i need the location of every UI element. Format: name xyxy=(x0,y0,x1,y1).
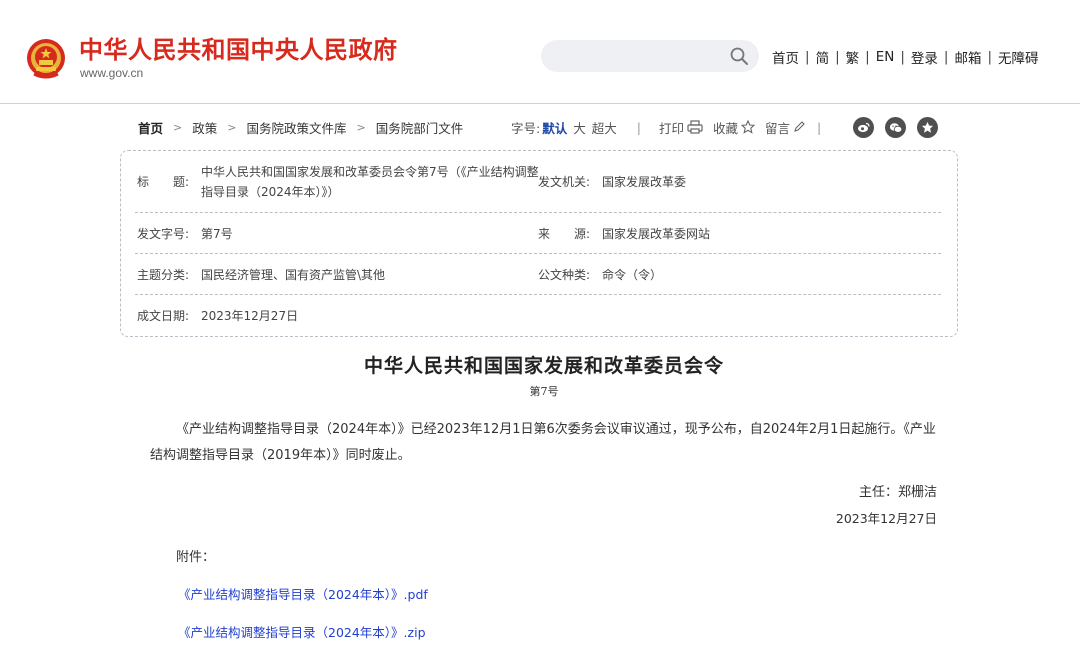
breadcrumb-policy[interactable]: 政策 xyxy=(192,118,217,137)
chevron-right-icon: > xyxy=(356,120,366,134)
issuer-label: 发文机关: xyxy=(538,175,591,189)
tools-separator: | xyxy=(817,119,822,135)
search-input[interactable] xyxy=(555,46,725,66)
nav-english[interactable]: EN xyxy=(876,49,895,65)
comment-button[interactable]: 留言 xyxy=(765,118,805,137)
wechat-icon[interactable] xyxy=(885,117,906,138)
nav-separator: | xyxy=(900,49,905,65)
nav-separator: | xyxy=(943,49,949,65)
info-row-topic: 主题分类: 国民经济管理、国有资产监管\其他 公文种类: 命令（令） xyxy=(135,254,941,295)
topic-value: 国民经济管理、国有资产监管\其他 xyxy=(201,267,386,282)
date-value: 2023年12月27日 xyxy=(201,308,299,323)
top-nav: 首页 | 简 | 繁 | EN | 登录 | 邮箱 | 无障碍 xyxy=(772,47,1039,67)
nav-separator: | xyxy=(987,49,993,65)
article-title: 中华人民共和国国家发展和改革委员会令 xyxy=(363,355,724,377)
page-tools: 字号: 默认 大 超大 | 打印 收藏 留言 | xyxy=(511,118,833,136)
info-row-date: 成文日期: 2023年12月27日 xyxy=(135,295,941,335)
search-box xyxy=(541,40,759,72)
attachment-zip-link[interactable]: 《产业结构调整指导目录（2024年本）》.zip xyxy=(178,622,426,641)
source-label: 来 源: xyxy=(538,226,591,241)
site-url[interactable]: www.gov.cn xyxy=(80,66,143,80)
print-label: 打印 xyxy=(658,120,684,136)
article-date: 2023年12月27日 xyxy=(835,511,937,526)
issuer-value: 国家发展改革委 xyxy=(602,175,687,189)
font-size-default[interactable]: 默认 xyxy=(542,118,567,137)
nav-separator: | xyxy=(805,49,810,65)
title-value: 中华人民共和国国家发展和改革委员会令第7号（《产业结构调整指导目录（2024年本… xyxy=(201,164,539,199)
document-info-table: 标 题: 中华人民共和国国家发展和改革委员会令第7号（《产业结构调整指导目录（2… xyxy=(120,150,958,337)
doc-no-value: 第7号 xyxy=(201,226,233,241)
font-size-large[interactable]: 大 xyxy=(573,118,586,137)
weibo-icon[interactable] xyxy=(853,117,874,138)
nav-home[interactable]: 首页 xyxy=(772,47,799,67)
source-value: 国家发展改革委网站 xyxy=(602,226,711,241)
breadcrumb: 首页 > 政策 > 国务院政策文件库 > 国务院部门文件 xyxy=(138,118,463,136)
topic-label: 主题分类: xyxy=(137,267,190,282)
pencil-icon xyxy=(794,121,805,132)
comment-label: 留言 xyxy=(765,120,791,136)
title-label: 标 题: xyxy=(137,175,190,189)
site-title[interactable]: 中华人民共和国中央人民政府 xyxy=(79,36,398,64)
favorite-button[interactable]: 收藏 xyxy=(713,118,756,137)
attachments-label: 附件： xyxy=(176,550,216,565)
search-icon[interactable] xyxy=(729,46,749,66)
chevron-right-icon: > xyxy=(227,120,237,134)
attachment-pdf-link[interactable]: 《产业结构调整指导目录（2024年本）》.pdf xyxy=(178,584,428,603)
tools-separator: | xyxy=(636,119,641,135)
print-button[interactable]: 打印 xyxy=(659,118,703,137)
nav-mail[interactable]: 邮箱 xyxy=(954,47,981,67)
font-size-label: 字号: xyxy=(511,120,541,136)
printer-icon xyxy=(687,120,703,134)
breadcrumb-policy-library[interactable]: 国务院政策文件库 xyxy=(246,118,346,137)
breadcrumb-department-docs[interactable]: 国务院部门文件 xyxy=(376,118,464,137)
favorite-star-icon[interactable] xyxy=(917,117,938,138)
article-signer: 主任：郑栅洁 xyxy=(858,485,937,500)
national-emblem-logo[interactable] xyxy=(26,36,66,80)
info-row-doc-no: 发文字号: 第7号 来 源: 国家发展改革委网站 xyxy=(135,213,941,254)
date-label: 成文日期: xyxy=(137,308,190,323)
nav-separator: | xyxy=(865,49,870,65)
star-icon xyxy=(741,120,756,134)
type-value: 命令（令） xyxy=(602,267,663,282)
nav-accessibility[interactable]: 无障碍 xyxy=(998,47,1039,67)
doc-no-label: 发文字号: xyxy=(137,226,190,241)
chevron-right-icon: > xyxy=(173,120,183,134)
title-value-wrap: 中华人民共和国国家发展和改革委员会令第7号（《产业结构调整指导目录（2024年本… xyxy=(201,151,541,212)
info-row-title: 标 题: 中华人民共和国国家发展和改革委员会令第7号（《产业结构调整指导目录（2… xyxy=(135,151,941,213)
font-size-xlarge[interactable]: 超大 xyxy=(592,118,617,137)
article-number: 第7号 xyxy=(529,385,559,398)
article-body: 《产业结构调整指导目录（2024年本）》已经2023年12月1日第6次委务会议审… xyxy=(150,422,936,463)
nav-login[interactable]: 登录 xyxy=(911,47,938,67)
favorite-label: 收藏 xyxy=(713,120,739,136)
share-icons xyxy=(853,117,938,138)
nav-separator: | xyxy=(835,49,840,65)
nav-simplified[interactable]: 简 xyxy=(816,47,830,67)
breadcrumb-home[interactable]: 首页 xyxy=(138,118,163,137)
type-label: 公文种类: xyxy=(538,267,591,282)
nav-traditional[interactable]: 繁 xyxy=(846,47,860,67)
site-header: 中华人民共和国中央人民政府 www.gov.cn 首页 | 简 | 繁 | EN | 登… xyxy=(0,0,1080,104)
